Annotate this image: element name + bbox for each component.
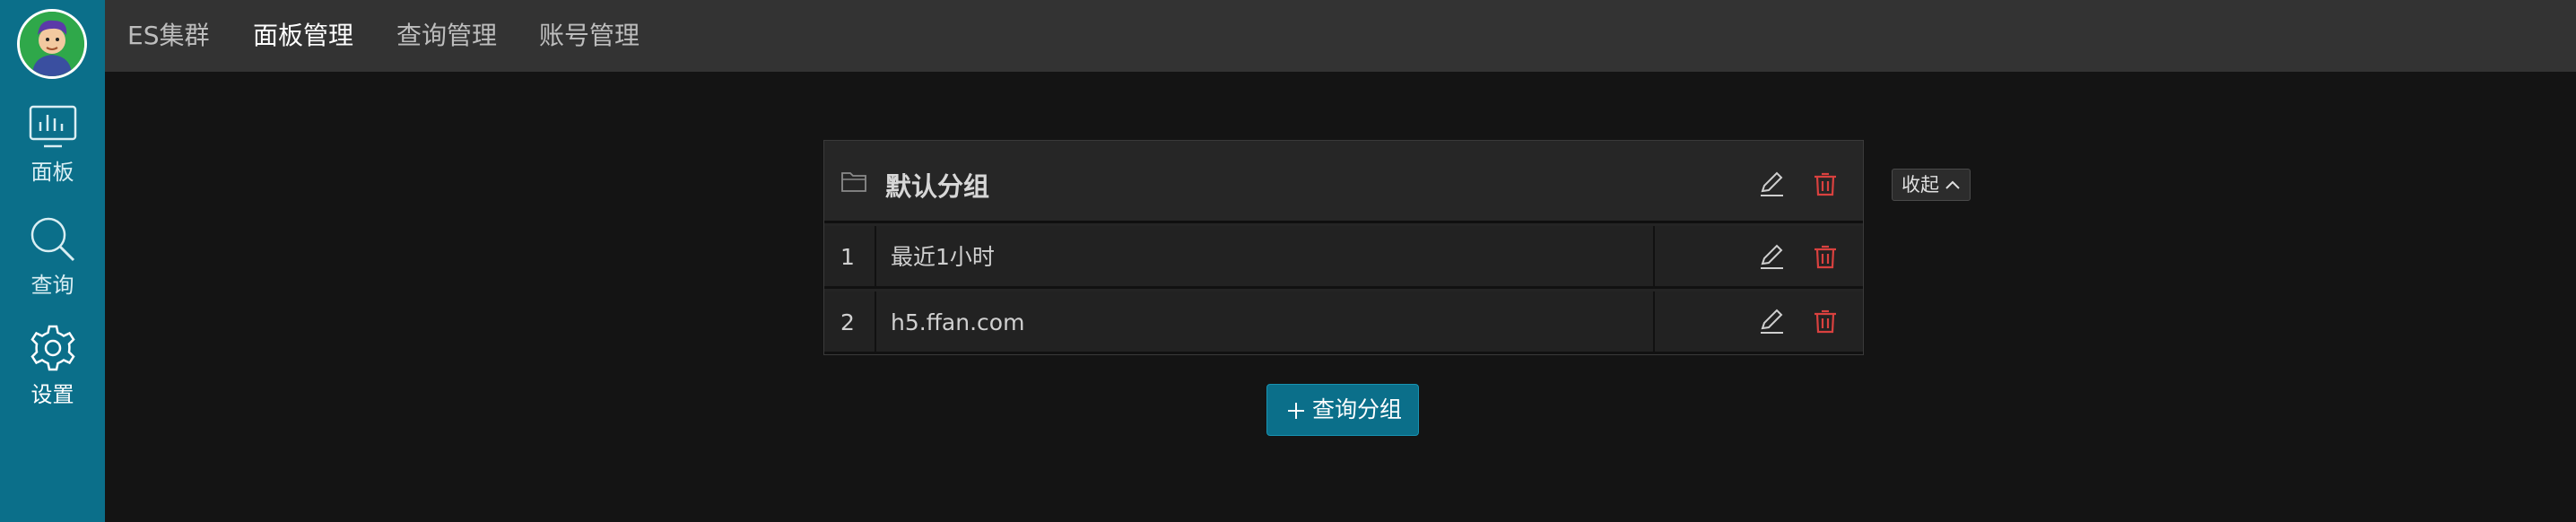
sidebar-item-search[interactable]: 查询 [0, 215, 105, 314]
nav-item-query-management[interactable]: 查询管理 [396, 0, 497, 72]
row-index: 1 [824, 226, 876, 289]
add-query-group-label: 查询分组 [1312, 396, 1403, 422]
query-name: h5.ffan.com [891, 309, 1025, 335]
edit-group-button[interactable] [1757, 170, 1789, 202]
dashboard-icon [29, 105, 76, 148]
gear-icon [30, 325, 75, 371]
row-index: 2 [824, 291, 876, 354]
trash-icon [1815, 172, 1836, 196]
add-query-group-button[interactable]: 查询分组 [1266, 384, 1419, 436]
pencil-icon [1761, 171, 1783, 196]
chevron-up-icon [1945, 180, 1960, 189]
top-navigation: ES集群 面板管理 查询管理 账号管理 [105, 0, 2576, 72]
plus-icon [1288, 403, 1304, 419]
delete-query-button[interactable] [1811, 307, 1843, 339]
collapse-label: 收起 [1902, 174, 1939, 196]
sidebar-item-label: 设置 [30, 382, 74, 407]
delete-group-button[interactable] [1811, 170, 1843, 202]
sidebar-item-settings[interactable]: 设置 [0, 323, 105, 422]
group-title: 默认分组 [885, 171, 990, 202]
sidebar-item-dashboard[interactable]: 面板 [0, 104, 105, 203]
sidebar: 面板 查询 设置 [0, 0, 105, 522]
trash-icon [1815, 309, 1836, 334]
sidebar-item-label: 查询 [30, 273, 74, 298]
divider [1653, 226, 1655, 289]
pencil-icon [1761, 244, 1783, 269]
pencil-icon [1761, 309, 1783, 334]
sidebar-item-label: 面板 [30, 160, 74, 185]
group-header: 默认分组 [824, 141, 1863, 223]
search-icon [30, 217, 74, 262]
edit-query-button[interactable] [1757, 242, 1789, 274]
nav-item-es-cluster[interactable]: ES集群 [127, 0, 209, 72]
query-name: 最近1小时 [891, 244, 995, 270]
table-row[interactable]: 2 h5.ffan.com [824, 291, 1863, 354]
nav-item-panel-management[interactable]: 面板管理 [253, 0, 353, 72]
user-avatar[interactable] [17, 9, 87, 79]
query-group-panel: 默认分组 1 最近1小时 2 h5.ffan.com [823, 140, 1864, 355]
nav-item-account-management[interactable]: 账号管理 [539, 0, 640, 72]
trash-icon [1815, 245, 1836, 269]
collapse-button[interactable]: 收起 [1892, 169, 1971, 201]
edit-query-button[interactable] [1757, 307, 1789, 339]
divider [1653, 291, 1655, 354]
table-row[interactable]: 1 最近1小时 [824, 226, 1863, 289]
delete-query-button[interactable] [1811, 242, 1843, 274]
folder-icon [841, 172, 866, 192]
